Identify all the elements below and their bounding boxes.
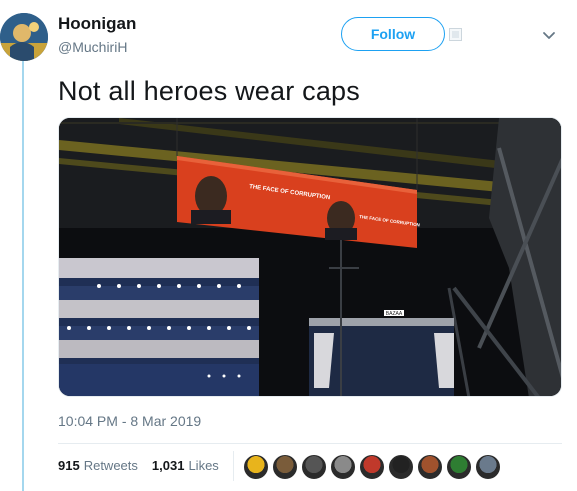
thread-line xyxy=(22,58,24,491)
liker-avatars xyxy=(243,454,504,480)
liker-avatar[interactable] xyxy=(417,454,443,480)
likes-stat[interactable]: 1,031 Likes xyxy=(152,458,233,473)
likes-label: Likes xyxy=(188,458,219,473)
liker-avatar[interactable] xyxy=(446,454,472,480)
liker-avatar[interactable] xyxy=(301,454,327,480)
liker-avatar[interactable] xyxy=(243,454,269,480)
liker-avatar[interactable] xyxy=(330,454,356,480)
likes-count: 1,031 xyxy=(151,458,185,473)
display-name[interactable]: Hoonigan xyxy=(58,14,136,34)
tweet-stats: 915 Retweets 1,031 Likes xyxy=(58,458,233,473)
liker-avatar[interactable] xyxy=(388,454,414,480)
tweet-timestamp[interactable]: 10:04 PM - 8 Mar 2019 xyxy=(58,413,201,429)
chevron-down-icon[interactable] xyxy=(540,26,558,44)
retweets-label: Retweets xyxy=(83,458,138,473)
placeholder-icon xyxy=(449,28,462,41)
building-sign: BAZAA xyxy=(386,311,403,317)
tweet-text: Not all heroes wear caps xyxy=(58,76,360,106)
follow-button[interactable]: Follow xyxy=(341,17,445,51)
avatar[interactable] xyxy=(0,13,48,61)
retweets-count: 915 xyxy=(58,458,80,473)
tweet-photo[interactable]: BAZAA THE FACE OF CORRUPTION THE FACE OF… xyxy=(58,117,562,397)
divider xyxy=(58,443,562,444)
user-handle[interactable]: @MuchiriH xyxy=(58,39,127,55)
liker-avatar[interactable] xyxy=(359,454,385,480)
liker-avatar[interactable] xyxy=(272,454,298,480)
photo-scene: BAZAA THE FACE OF CORRUPTION THE FACE OF… xyxy=(59,118,561,396)
liker-avatar[interactable] xyxy=(475,454,501,480)
retweets-stat[interactable]: 915 Retweets xyxy=(58,458,152,473)
stats-separator xyxy=(233,451,234,481)
